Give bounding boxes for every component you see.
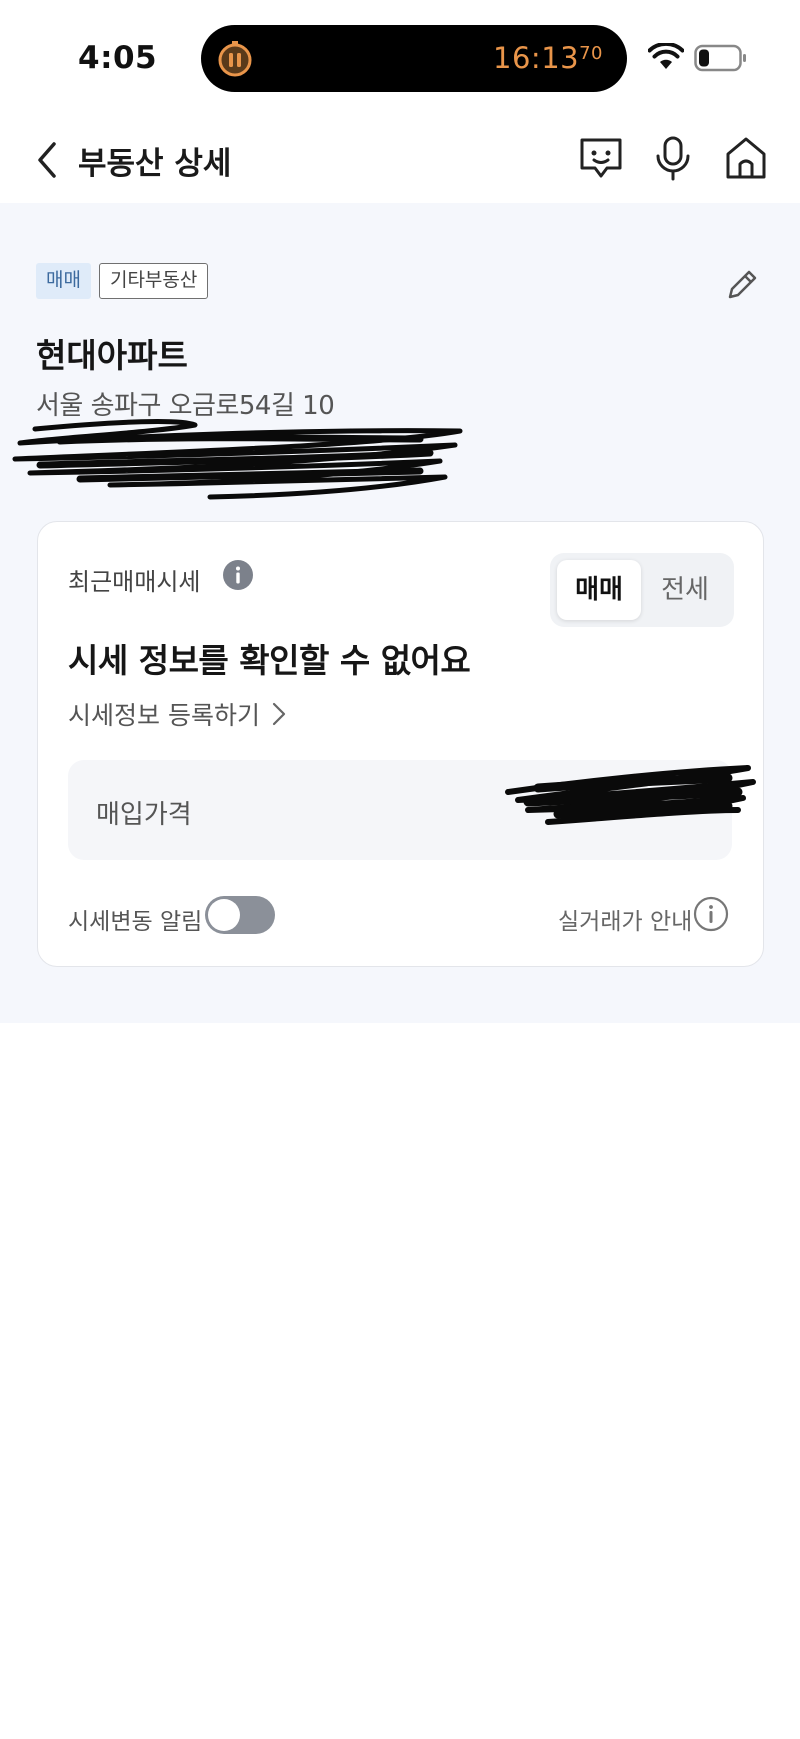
home-icon[interactable] xyxy=(722,134,770,182)
microphone-icon[interactable] xyxy=(649,134,697,182)
market-price-card: 최근매매시세 매매 전세 시세 정보를 확인할 수 없어요 시세정보 등록하기 … xyxy=(37,521,764,967)
wifi-icon xyxy=(648,43,684,69)
segment-sale[interactable]: 매매 xyxy=(557,560,641,620)
activity-timer-main: 16:13 xyxy=(493,41,580,75)
info-icon[interactable] xyxy=(222,559,254,591)
dynamic-island[interactable]: 16:1370 xyxy=(201,25,627,92)
purchase-price-label: 매입가격 xyxy=(96,800,192,830)
toggle-knob xyxy=(208,899,240,931)
price-alert-label: 시세변동 알림 xyxy=(68,909,203,935)
redaction-scribble xyxy=(12,419,463,500)
register-price-link[interactable]: 시세정보 등록하기 xyxy=(68,696,286,732)
property-tags: 매매 기타부동산 xyxy=(36,263,209,299)
status-time: 4:05 xyxy=(78,40,158,76)
activity-timer: 16:1370 xyxy=(493,41,603,75)
chatbot-icon[interactable] xyxy=(577,134,625,182)
activity-timer-fraction: 70 xyxy=(579,43,603,64)
page-title: 부동산 상세 xyxy=(78,146,232,182)
price-alert-toggle[interactable] xyxy=(205,896,275,934)
trade-type-segmented-control: 매매 전세 xyxy=(550,553,734,627)
register-price-label: 시세정보 등록하기 xyxy=(68,701,260,730)
app-header: 부동산 상세 xyxy=(0,118,800,204)
no-price-message: 시세 정보를 확인할 수 없어요 xyxy=(68,641,471,680)
actual-price-guide-label[interactable]: 실거래가 안내 xyxy=(558,902,692,936)
pencil-icon[interactable] xyxy=(722,265,762,305)
tag-trade-type: 매매 xyxy=(36,263,91,299)
property-name: 현대아파트 xyxy=(36,336,188,375)
property-detail-section: 매매 기타부동산 현대아파트 서울 송파구 오금로54길 10 최근매매시세 매… xyxy=(0,203,800,1023)
redaction-scribble xyxy=(505,765,756,825)
info-outline-icon[interactable] xyxy=(693,896,729,932)
status-bar: 4:05 16:1370 xyxy=(0,0,800,110)
battery-icon xyxy=(694,44,746,72)
recent-price-label: 최근매매시세 xyxy=(68,568,201,596)
segment-jeonse[interactable]: 전세 xyxy=(643,560,727,620)
timer-pause-icon xyxy=(218,41,252,77)
chevron-right-icon xyxy=(272,702,286,726)
back-chevron-icon[interactable] xyxy=(30,138,66,182)
tag-property-type: 기타부동산 xyxy=(98,263,209,299)
